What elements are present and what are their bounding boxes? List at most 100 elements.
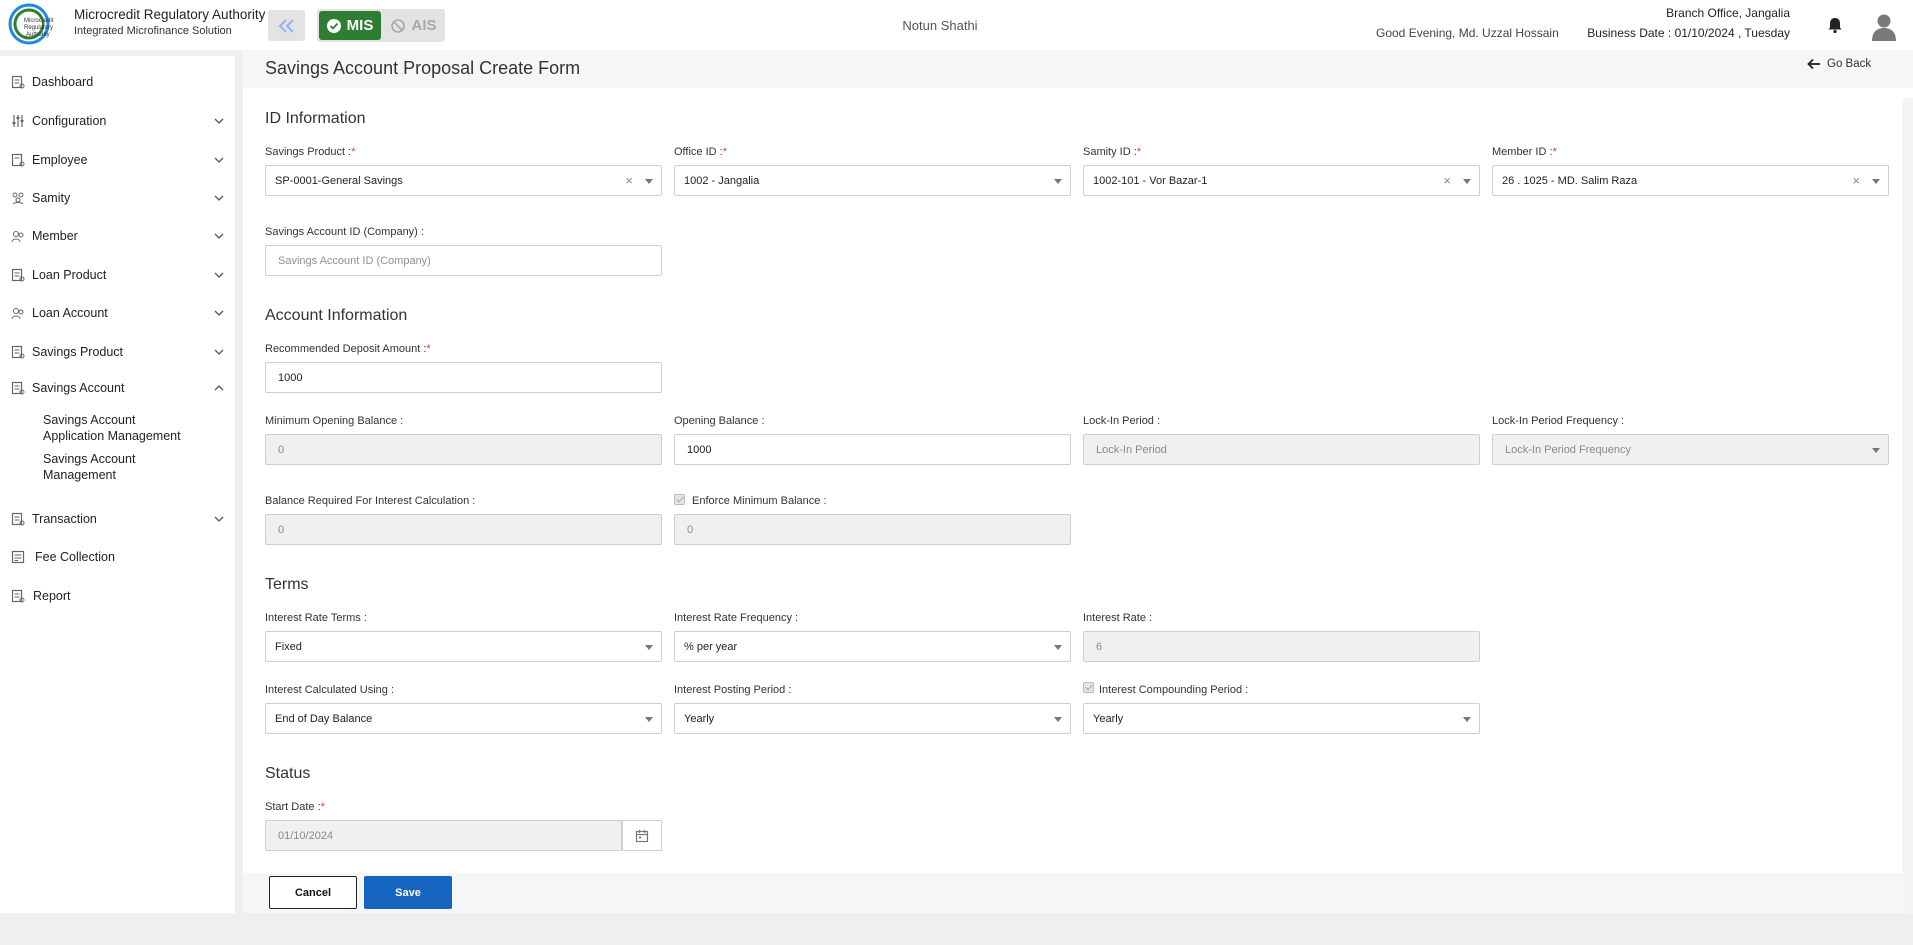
- savings-account-id-input[interactable]: Savings Account ID (Company): [265, 245, 662, 276]
- recommended-deposit-input[interactable]: 1000: [265, 362, 662, 393]
- interest-rate-frequency-label: Interest Rate Frequency :: [674, 612, 799, 624]
- chevron-down-icon: [214, 233, 224, 239]
- interest-rate-terms-select[interactable]: Fixed: [265, 631, 662, 662]
- clear-icon[interactable]: ×: [1852, 173, 1860, 188]
- sidebar-item-fee-collection[interactable]: Fee Collection: [0, 543, 235, 571]
- title-bar: Savings Account Proposal Create Form Go …: [243, 50, 1913, 88]
- dropdown-caret-icon: [1463, 179, 1471, 184]
- start-date-value: 01/10/2024: [278, 829, 334, 842]
- interest-rate-input[interactable]: 6: [1083, 631, 1480, 662]
- samity-id-select[interactable]: 1002-101 - Vor Bazar-1 ×: [1083, 165, 1480, 196]
- balance-required-input[interactable]: 0: [265, 514, 662, 545]
- start-date-input[interactable]: 01/10/2024: [265, 820, 622, 851]
- lock-in-period-input[interactable]: Lock-In Period: [1083, 434, 1480, 465]
- lock-in-period-placeholder: Lock-In Period: [1096, 443, 1167, 456]
- go-back-button[interactable]: Go Back: [1807, 58, 1871, 70]
- sidebar-item-savings-product[interactable]: Savings Product: [0, 338, 235, 366]
- sidebar-item-savings-account[interactable]: Savings Account: [0, 374, 235, 402]
- user-avatar-icon[interactable]: [1869, 11, 1899, 41]
- opening-balance-input[interactable]: 1000: [674, 434, 1071, 465]
- savings-product-icon: [11, 345, 25, 359]
- interest-rate-label: Interest Rate :: [1083, 612, 1153, 624]
- arrow-left-icon: [1807, 58, 1820, 70]
- recommended-deposit-value: 1000: [278, 371, 303, 384]
- enforce-min-balance-checkbox[interactable]: [674, 494, 685, 505]
- sidebar-item-configuration[interactable]: Configuration: [0, 107, 235, 135]
- savings-product-select[interactable]: SP-0001-General Savings ×: [265, 165, 662, 196]
- member-id-select[interactable]: 26 . 1025 - MD. Salim Raza ×: [1492, 165, 1889, 196]
- sidebar-subitem-savings-application[interactable]: Savings Account Application Management: [43, 412, 223, 444]
- cancel-button[interactable]: Cancel: [269, 876, 357, 909]
- interest-calc-using-select[interactable]: End of Day Balance: [265, 703, 662, 734]
- enforce-min-balance-input[interactable]: 0: [674, 514, 1071, 545]
- double-chevron-left-icon: [278, 18, 294, 33]
- chevron-down-icon: [214, 157, 224, 163]
- min-opening-balance-input[interactable]: 0: [265, 434, 662, 465]
- clear-icon[interactable]: ×: [1443, 173, 1451, 188]
- scrollbar[interactable]: [1902, 98, 1913, 913]
- start-date-label: Start Date :*: [265, 801, 325, 813]
- sidebar-item-samity[interactable]: Samity: [0, 184, 235, 212]
- office-id-select[interactable]: 1002 - Jangalia: [674, 165, 1071, 196]
- interest-calc-using-label: Interest Calculated Using :: [265, 684, 395, 696]
- collapse-sidebar-button[interactable]: [268, 10, 305, 41]
- chevron-down-icon: [214, 272, 224, 278]
- lock-in-frequency-placeholder: Lock-In Period Frequency: [1505, 443, 1631, 456]
- sidebar-item-label: Configuration: [32, 114, 107, 128]
- interest-posting-period-select[interactable]: Yearly: [674, 703, 1071, 734]
- save-button[interactable]: Save: [364, 876, 452, 909]
- savings-product-label: Savings Product :*: [265, 146, 356, 158]
- calendar-icon: [635, 829, 649, 842]
- sidebar-subitem-savings-management[interactable]: Savings Account Management: [43, 451, 223, 483]
- sidebar-item-transaction[interactable]: Transaction: [0, 505, 235, 533]
- sidebar-item-label: Employee: [32, 153, 88, 167]
- lock-in-frequency-select[interactable]: Lock-In Period Frequency: [1492, 434, 1889, 465]
- interest-rate-frequency-select[interactable]: % per year: [674, 631, 1071, 662]
- interest-compounding-period-label: Interest Compounding Period :: [1099, 684, 1249, 696]
- sidebar-item-loan-product[interactable]: Loan Product: [0, 261, 235, 289]
- page-title: Savings Account Proposal Create Form: [265, 58, 581, 78]
- sidebar-item-loan-account[interactable]: Loan Account: [0, 299, 235, 327]
- calendar-button[interactable]: [622, 820, 662, 851]
- sidebar-item-label: Savings Product: [32, 345, 124, 359]
- chevron-down-icon: [214, 118, 224, 124]
- savings-product-value: SP-0001-General Savings: [275, 174, 403, 187]
- interest-calc-using-value: End of Day Balance: [275, 712, 373, 725]
- sidebar-item-label: Transaction: [32, 512, 97, 526]
- interest-rate-frequency-value: % per year: [684, 640, 738, 653]
- mis-button[interactable]: MIS: [319, 11, 381, 40]
- chevron-up-icon: [214, 385, 224, 391]
- interest-rate-terms-value: Fixed: [275, 640, 302, 653]
- sidebar-item-dashboard[interactable]: Dashboard: [0, 68, 235, 96]
- clear-icon[interactable]: ×: [625, 173, 633, 188]
- dropdown-caret-icon: [1872, 179, 1880, 184]
- section-title-account-info: Account Information: [265, 307, 408, 324]
- dropdown-caret-icon: [1872, 448, 1880, 453]
- sidebar-item-label: Loan Account: [32, 306, 108, 320]
- sidebar: Dashboard Configuration Employee Samity …: [0, 56, 235, 913]
- mis-label: MIS: [346, 17, 374, 34]
- go-back-label: Go Back: [1827, 58, 1872, 70]
- section-title-id-info: ID Information: [265, 110, 366, 127]
- sidebar-item-employee[interactable]: Employee: [0, 146, 235, 174]
- sidebar-item-member[interactable]: Member: [0, 222, 235, 250]
- samity-id-value: 1002-101 - Vor Bazar-1: [1093, 174, 1208, 187]
- svg-text:Microcredit: Microcredit: [24, 18, 54, 24]
- member-id-label: Member ID :*: [1492, 146, 1557, 158]
- main-content: Savings Account Proposal Create Form Go …: [243, 50, 1913, 913]
- section-title-terms: Terms: [265, 576, 309, 593]
- ais-button[interactable]: AIS: [385, 11, 443, 40]
- sidebar-item-label: Samity: [32, 191, 71, 205]
- notification-bell-icon[interactable]: [1826, 16, 1844, 34]
- opening-balance-label: Opening Balance :: [674, 415, 765, 427]
- sidebar-item-report[interactable]: Report: [0, 582, 235, 610]
- greeting-text: Good Evening, Md. Uzzal Hossain: [1376, 26, 1559, 40]
- dropdown-caret-icon: [645, 179, 653, 184]
- dropdown-caret-icon: [1463, 717, 1471, 722]
- interest-compounding-checkbox[interactable]: [1083, 682, 1094, 693]
- member-icon: [11, 231, 24, 243]
- chevron-down-icon: [214, 310, 224, 316]
- transaction-icon: [11, 512, 25, 526]
- chevron-down-icon: [214, 516, 224, 522]
- interest-compounding-period-select[interactable]: Yearly: [1083, 703, 1480, 734]
